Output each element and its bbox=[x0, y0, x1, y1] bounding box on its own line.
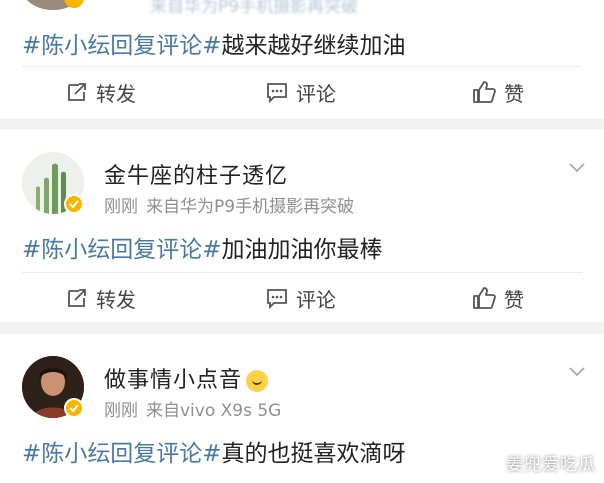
like-button[interactable]: 赞 bbox=[472, 68, 524, 116]
divider bbox=[22, 272, 582, 273]
comment-button[interactable]: 评论 bbox=[266, 274, 336, 322]
repost-button[interactable]: 转发 bbox=[66, 274, 136, 322]
comment-button[interactable]: 评论 bbox=[266, 68, 336, 116]
post-source: 来自华为P9手机摄影再突破 bbox=[150, 0, 359, 17]
topic-link[interactable]: #陈小纭回复评论# bbox=[22, 237, 222, 263]
repost-icon bbox=[68, 289, 86, 307]
action-bar: 转发 评论 赞 bbox=[0, 68, 604, 116]
post-text: #陈小纭回复评论#真的也挺喜欢滴呀 bbox=[22, 434, 406, 468]
post-time: 刚刚 bbox=[104, 401, 138, 421]
comment-icon bbox=[267, 83, 287, 103]
section-separator bbox=[0, 118, 604, 130]
section-separator bbox=[0, 322, 604, 334]
post-source: 来自vivo X9s 5G bbox=[146, 401, 282, 421]
post-source: 来自华为P9手机摄影再突破 bbox=[146, 197, 355, 217]
divider bbox=[22, 66, 582, 67]
topic-link[interactable]: #陈小纭回复评论# bbox=[22, 441, 222, 467]
repost-icon bbox=[68, 83, 86, 101]
like-icon bbox=[473, 287, 496, 309]
topic-link[interactable]: #陈小纭回复评论# bbox=[22, 33, 222, 59]
action-bar: 转发 评论 赞 bbox=[0, 274, 604, 322]
like-button[interactable]: 赞 bbox=[472, 274, 524, 322]
post-text: #陈小纭回复评论#加油加油你最棒 bbox=[22, 230, 383, 264]
verified-badge-icon bbox=[64, 398, 84, 418]
post-time: 刚刚 bbox=[104, 197, 138, 217]
chevron-down-icon[interactable] bbox=[568, 362, 586, 380]
post-card-2: 金牛座的柱子透亿 刚刚 来自华为P9手机摄影再突破 #陈小纭回复评论#加油加油你最… bbox=[0, 130, 604, 322]
chevron-down-icon[interactable] bbox=[568, 158, 586, 176]
user-name[interactable]: 金牛座的柱子透亿 bbox=[104, 158, 288, 190]
post-meta: 刚刚 来自vivo X9s 5G bbox=[104, 396, 281, 421]
verified-badge-icon bbox=[64, 194, 84, 214]
user-name[interactable]: 做事情小点音 bbox=[104, 362, 269, 394]
post-card-1: 来自华为P9手机摄影再突破 #陈小纭回复评论#越来越好继续加油 转发 评论 赞 bbox=[0, 0, 604, 118]
comment-icon bbox=[267, 289, 287, 309]
watermark: 姜兜爱吃瓜 bbox=[506, 455, 596, 475]
post-body: 加油加油你最棒 bbox=[221, 237, 383, 263]
emoji-icon bbox=[246, 370, 269, 392]
repost-button[interactable]: 转发 bbox=[66, 68, 136, 116]
post-text: #陈小纭回复评论#越来越好继续加油 bbox=[22, 26, 406, 60]
post-body: 真的也挺喜欢滴呀 bbox=[221, 441, 406, 467]
post-meta: 刚刚 来自华为P9手机摄影再突破 bbox=[104, 192, 354, 217]
post-body: 越来越好继续加油 bbox=[221, 33, 406, 59]
like-icon bbox=[473, 81, 496, 103]
